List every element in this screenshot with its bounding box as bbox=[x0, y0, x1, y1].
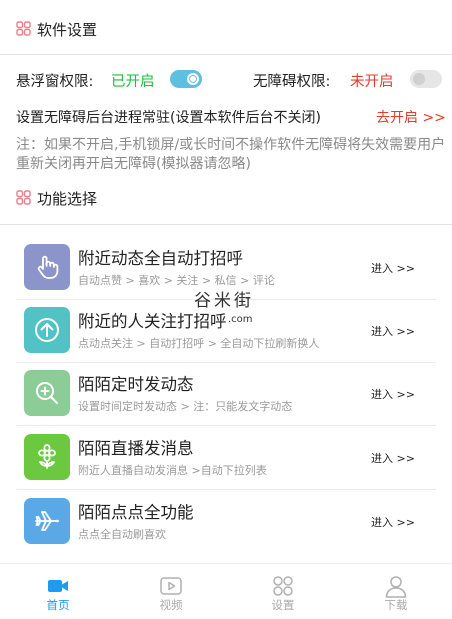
user-icon bbox=[385, 576, 407, 598]
feature-subtitle: 附近人直播自动发消息 >自动下拉列表 bbox=[78, 464, 267, 477]
play-icon bbox=[160, 577, 182, 595]
feature-subtitle: 点动点关注 > 自动打招呼 > 全自动下拉刷新换人 bbox=[78, 337, 320, 350]
four-circles-icon bbox=[273, 576, 293, 596]
flower-icon bbox=[24, 434, 70, 480]
video-camera-icon bbox=[48, 580, 68, 592]
feature-item-live-message[interactable]: 陌陌直播发消息 附近人直播自动发消息 >自动下拉列表 进入 >> bbox=[16, 428, 436, 490]
background-service-text: 设置无障碍后台进程常驻(设置本软件后台不关闭) bbox=[16, 110, 321, 126]
toggle-knob bbox=[187, 73, 199, 85]
tab-home[interactable]: 首页 bbox=[18, 564, 98, 619]
feature-item-dian-dian[interactable]: 陌陌点点全功能 点点全自动刷喜欢 进入 >> bbox=[16, 492, 436, 554]
enter-link[interactable]: 进入 >> bbox=[371, 514, 415, 530]
feature-title: 陌陌直播发消息 bbox=[78, 439, 194, 458]
accessibility-status: 未开启 bbox=[350, 74, 394, 90]
feature-title: 附近动态全自动打招呼 bbox=[78, 249, 243, 268]
grid-icon bbox=[16, 190, 31, 205]
divider bbox=[16, 425, 436, 426]
magnifier-plus-icon bbox=[24, 370, 70, 416]
floating-window-label: 悬浮窗权限: bbox=[16, 74, 94, 90]
tab-download[interactable]: 下载 bbox=[356, 564, 436, 619]
feature-subtitle: 设置时间定时发动态 > 注：只能发文字动态 bbox=[78, 400, 293, 413]
tab-label: 视频 bbox=[159, 598, 183, 612]
feature-subtitle: 点点全自动刷喜欢 bbox=[78, 528, 166, 541]
feature-item-scheduled-post[interactable]: 陌陌定时发动态 设置时间定时发动态 > 注：只能发文字动态 进入 >> bbox=[16, 364, 436, 426]
enter-link[interactable]: 进入 >> bbox=[371, 260, 415, 276]
tab-label: 首页 bbox=[46, 598, 70, 612]
bottom-navigation: 首页 视频 设置 下载 bbox=[0, 563, 452, 619]
watermark: 谷米街 .com bbox=[190, 286, 270, 330]
tab-video[interactable]: 视频 bbox=[131, 564, 211, 619]
tab-label: 下载 bbox=[384, 598, 408, 612]
enter-link[interactable]: 进入 >> bbox=[371, 386, 415, 402]
watermark-name: 谷米街 bbox=[194, 291, 254, 311]
arrow-up-icon bbox=[24, 307, 70, 353]
tab-settings[interactable]: 设置 bbox=[243, 564, 323, 619]
hand-pointer-icon bbox=[24, 244, 70, 290]
feature-title: 陌陌点点全功能 bbox=[78, 503, 194, 522]
watermark-suffix: .com bbox=[228, 314, 253, 325]
accessibility-label: 无障碍权限: bbox=[253, 74, 331, 90]
section-title: 软件设置 bbox=[37, 21, 98, 39]
divider bbox=[0, 54, 452, 55]
accessibility-toggle[interactable] bbox=[410, 70, 442, 88]
software-settings-header: 软件设置 bbox=[0, 17, 452, 41]
divider bbox=[0, 224, 452, 225]
divider bbox=[16, 362, 436, 363]
enable-background-link[interactable]: 去开启 >> bbox=[376, 107, 446, 127]
enter-link[interactable]: 进入 >> bbox=[371, 450, 415, 466]
enter-link[interactable]: 进入 >> bbox=[371, 323, 415, 339]
background-service-row: 设置无障碍后台进程常驻(设置本软件后台不关闭) 去开启 >> bbox=[16, 107, 446, 129]
permission-row: 悬浮窗权限: 已开启 无障碍权限: 未开启 bbox=[16, 70, 446, 92]
function-select-header: 功能选择 bbox=[0, 186, 452, 210]
feature-title: 陌陌定时发动态 bbox=[78, 375, 194, 394]
grid-icon bbox=[16, 21, 31, 36]
floating-window-status: 已开启 bbox=[111, 74, 155, 90]
tab-label: 设置 bbox=[271, 598, 295, 612]
note-text: 注：如果不开启,手机锁屏/或长时间不操作软件无障碍将失效需要用户重新关闭再开启无… bbox=[16, 137, 446, 172]
divider bbox=[16, 489, 436, 490]
floating-window-toggle[interactable] bbox=[170, 70, 202, 88]
airplane-icon bbox=[24, 498, 70, 544]
section-title: 功能选择 bbox=[37, 190, 98, 208]
toggle-knob bbox=[413, 73, 425, 85]
